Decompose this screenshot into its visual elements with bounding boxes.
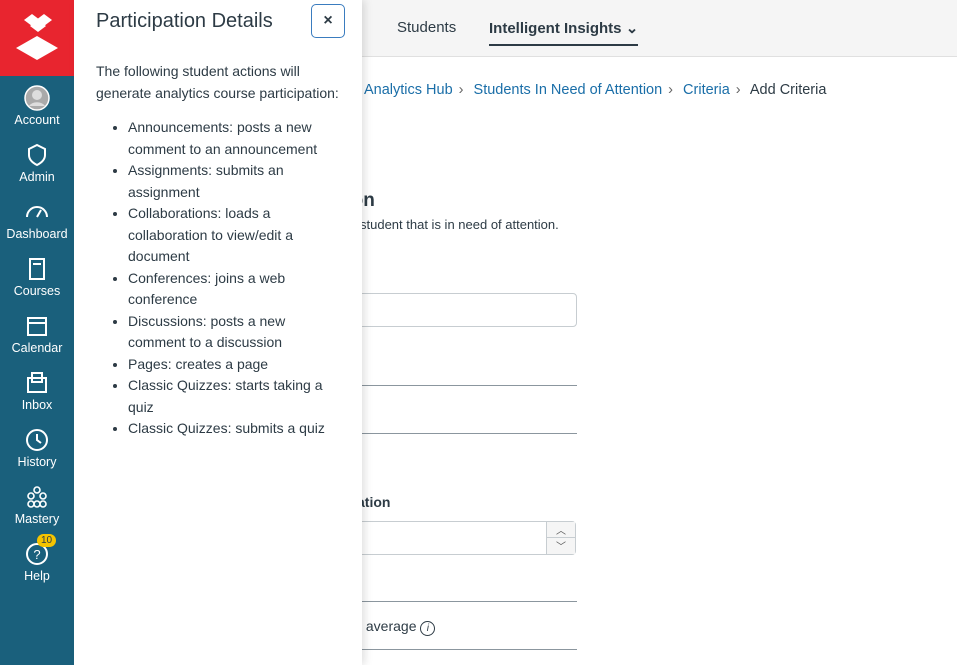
nav-item-history[interactable]: History xyxy=(0,418,74,475)
name-input[interactable] xyxy=(330,293,577,327)
logo-icon xyxy=(16,14,58,60)
nav-item-dashboard[interactable]: Dashboard xyxy=(0,190,74,247)
page-description: student that is in need of attention. xyxy=(360,217,559,232)
nav-item-inbox[interactable]: Inbox xyxy=(0,361,74,418)
nav-item-help[interactable]: ? Help 10 xyxy=(0,532,74,589)
select-field[interactable] xyxy=(330,601,577,602)
nav-item-calendar[interactable]: Calendar xyxy=(0,304,74,361)
breadcrumb-current: Add Criteria xyxy=(749,82,827,98)
nav-item-label: Dashboard xyxy=(6,227,68,241)
participation-label: ation xyxy=(357,494,391,510)
number-stepper[interactable]: ︿ ﹀ xyxy=(546,522,575,554)
logo[interactable] xyxy=(0,0,74,76)
list-item: Pages: creates a page xyxy=(128,354,340,376)
inbox-icon xyxy=(27,372,47,393)
participation-details-tray: Participation Details × The following st… xyxy=(74,0,362,665)
select-field[interactable] xyxy=(330,649,577,650)
mastery-icon xyxy=(27,486,47,508)
tray-intro: The following student actions will gener… xyxy=(96,63,339,101)
svg-text:?: ? xyxy=(33,547,40,562)
clock-icon xyxy=(26,429,48,451)
list-item: Assignments: submits an assignment xyxy=(128,160,340,203)
breadcrumb: Analytics Hub › Students In Need of Atten… xyxy=(364,82,827,98)
breadcrumb-analytics-hub[interactable]: Analytics Hub xyxy=(364,82,453,98)
nav-item-label: Courses xyxy=(13,284,61,298)
chevron-down-icon: ⌄ xyxy=(625,20,639,37)
nav-item-admin[interactable]: Admin xyxy=(0,133,74,190)
nav-item-mastery[interactable]: Mastery xyxy=(0,475,74,532)
list-item: Conferences: joins a web conference xyxy=(128,268,340,311)
list-item: Classic Quizzes: starts taking a quiz xyxy=(128,375,340,418)
list-item: Classic Quizzes: submits a quiz xyxy=(128,418,340,440)
select-field[interactable] xyxy=(330,385,577,386)
number-input[interactable]: ︿ ﹀ xyxy=(330,521,576,555)
breadcrumb-criteria[interactable]: Criteria xyxy=(683,82,730,98)
nav-item-label: Admin xyxy=(19,170,55,184)
action-list: Announcements: posts a new comment to an… xyxy=(96,117,340,440)
breadcrumb-students-attention[interactable]: Students In Need of Attention xyxy=(474,82,663,98)
nav-item-label: History xyxy=(17,455,57,469)
list-item: Collaborations: loads a collaboration to… xyxy=(128,203,340,268)
shield-icon xyxy=(28,143,46,167)
nav-item-label: Account xyxy=(14,113,60,127)
global-nav: Account Admin Dashboard Courses Calendar Inbo… xyxy=(0,0,74,665)
avatar-icon xyxy=(24,85,50,111)
nav-item-label: Help xyxy=(24,569,50,583)
calendar-icon xyxy=(27,317,47,336)
close-button[interactable]: × xyxy=(311,4,345,38)
nav-item-label: Calendar xyxy=(11,341,63,355)
nav-item-courses[interactable]: Courses xyxy=(0,247,74,304)
tab-intelligent-insights[interactable]: Intelligent Insights ⌄ xyxy=(489,19,639,46)
tab-label: Intelligent Insights xyxy=(489,20,622,37)
increment-icon[interactable]: ︿ xyxy=(547,522,575,538)
nav-item-account[interactable]: Account xyxy=(0,76,74,133)
list-item: Announcements: posts a new comment to an… xyxy=(128,117,340,160)
select-field[interactable] xyxy=(330,433,577,434)
book-icon xyxy=(29,258,45,280)
list-item: Discussions: posts a new comment to a di… xyxy=(128,311,340,354)
tab-students[interactable]: Students xyxy=(397,19,456,36)
nav-item-label: Inbox xyxy=(21,398,53,412)
decrement-icon[interactable]: ﹀ xyxy=(547,538,575,553)
speedometer-icon xyxy=(26,206,48,218)
nav-item-label: Mastery xyxy=(14,512,60,526)
notification-badge: 10 xyxy=(37,534,57,547)
tray-title: Participation Details xyxy=(96,10,273,32)
info-icon[interactable]: i xyxy=(420,621,436,636)
